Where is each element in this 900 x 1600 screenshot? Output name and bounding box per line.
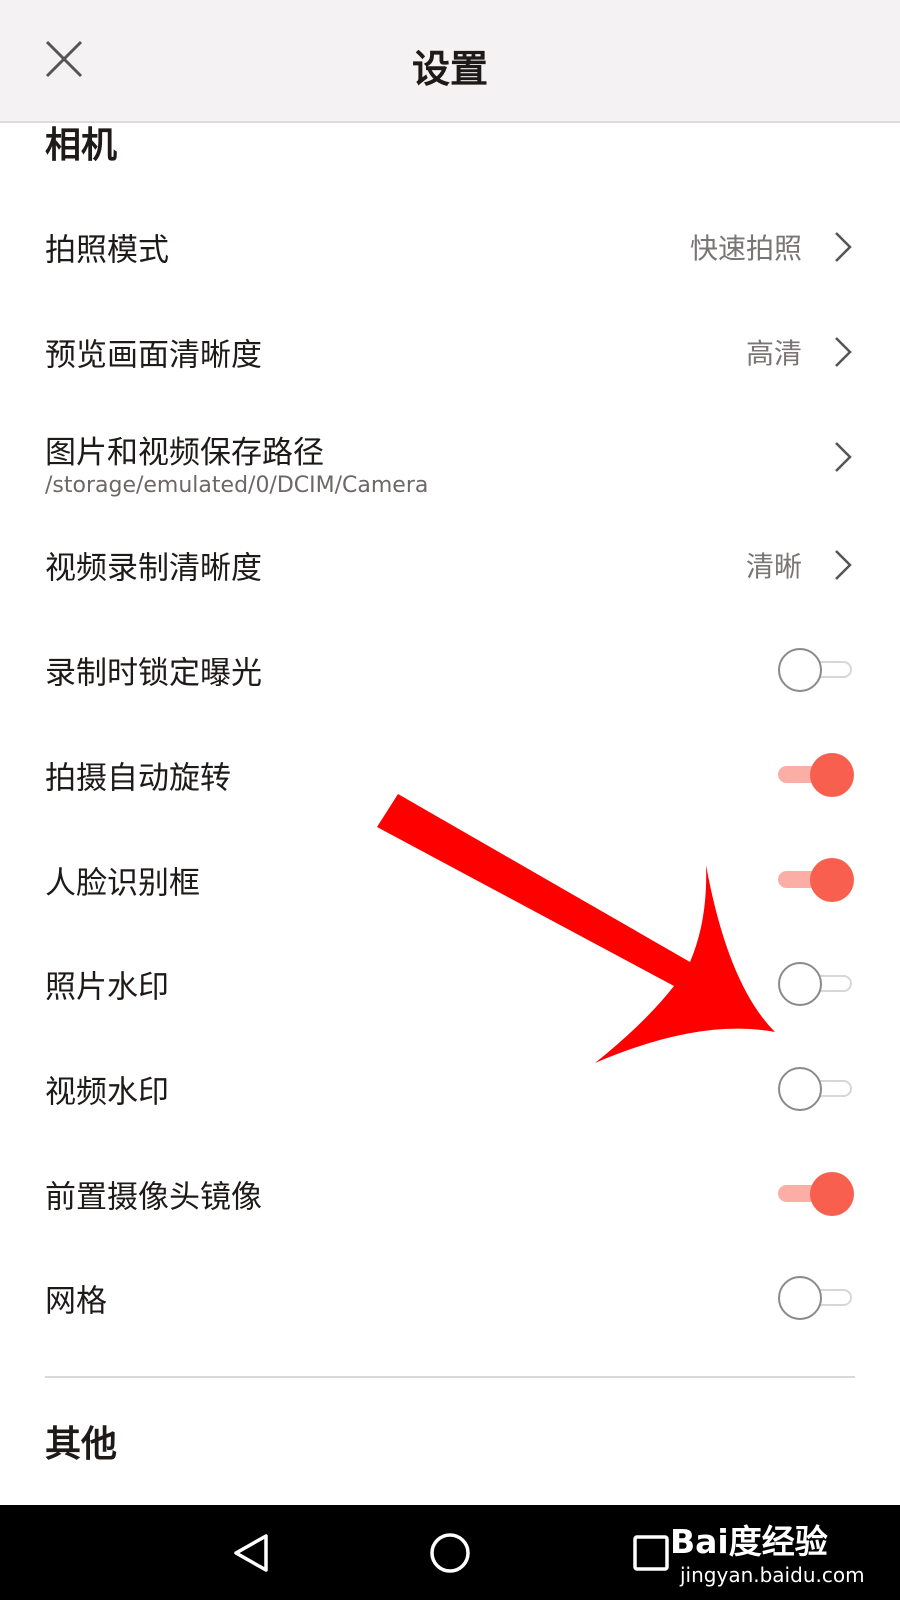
setting-row-photo-watermark: 照片水印 (0, 932, 900, 1036)
setting-row-auto-rotate: 拍摄自动旋转 (0, 723, 900, 827)
setting-value: 快速拍照 (689, 232, 802, 265)
toggle-knob (810, 753, 854, 797)
setting-label: 网格 (45, 1283, 107, 1320)
setting-label: 视频录制清晰度 (45, 550, 262, 587)
toggle-knob (778, 962, 822, 1006)
setting-row-lock-exposure: 录制时锁定曝光 (0, 618, 900, 722)
setting-label: 预览画面清晰度 (45, 337, 262, 374)
chevron-right-icon (835, 442, 852, 472)
setting-label: 图片和视频保存路径 (45, 435, 324, 471)
home-button[interactable] (422, 1525, 478, 1581)
baidu-jingyan-watermark: Bai度经验 jingyan.baidu.com (670, 1515, 865, 1595)
back-triangle-icon (234, 1534, 268, 1572)
setting-row-save-path[interactable]: 图片和视频保存路径 /storage/emulated/0/DCIM/Camer… (0, 405, 900, 509)
back-button[interactable] (222, 1525, 278, 1581)
photo-watermark-toggle[interactable] (778, 961, 854, 1007)
setting-value: 高清 (745, 337, 802, 370)
setting-label: 录制时锁定曝光 (45, 655, 262, 692)
auto-rotate-toggle[interactable] (778, 752, 854, 798)
toggle-knob (778, 1276, 822, 1320)
watermark-url: jingyan.baidu.com (680, 1563, 865, 1587)
page-title: 设置 (411, 47, 488, 91)
toggle-knob (778, 648, 822, 692)
setting-sublabel: /storage/emulated/0/DCIM/Camera (45, 473, 429, 498)
setting-label: 照片水印 (45, 969, 169, 1006)
section-title-camera: 相机 (45, 125, 118, 166)
grid-toggle[interactable] (778, 1275, 854, 1321)
lock-exposure-toggle[interactable] (778, 647, 854, 693)
setting-label: 视频水印 (45, 1074, 169, 1111)
setting-row-grid: 网格 (0, 1246, 900, 1350)
setting-label: 人脸识别框 (45, 865, 200, 902)
setting-label: 拍摄自动旋转 (45, 760, 231, 797)
setting-value: 清晰 (745, 550, 802, 583)
chevron-right-icon (835, 232, 852, 262)
watermark-brand: Bai度经验 (670, 1522, 828, 1561)
title-bar: 设置 (0, 0, 900, 123)
setting-row-photo-mode[interactable]: 拍照模式 快速拍照 (0, 195, 900, 299)
section-title-other: 其他 (45, 1424, 118, 1465)
setting-row-preview-clarity[interactable]: 预览画面清晰度 高清 (0, 300, 900, 404)
section-divider (45, 1376, 855, 1378)
front-mirror-toggle[interactable] (778, 1171, 854, 1217)
chevron-right-icon (835, 550, 852, 580)
toggle-knob (778, 1067, 822, 1111)
setting-row-front-mirror: 前置摄像头镜像 (0, 1142, 900, 1246)
face-frame-toggle[interactable] (778, 857, 854, 903)
setting-label: 前置摄像头镜像 (45, 1179, 262, 1216)
toggle-knob (810, 858, 854, 902)
toggle-knob (810, 1172, 854, 1216)
setting-row-video-watermark: 视频水印 (0, 1037, 900, 1141)
home-circle-icon (430, 1533, 470, 1573)
video-watermark-toggle[interactable] (778, 1066, 854, 1112)
setting-label: 拍照模式 (45, 232, 169, 269)
system-nav-bar: Bai度经验 jingyan.baidu.com (0, 1505, 900, 1600)
setting-row-face-frame: 人脸识别框 (0, 828, 900, 932)
chevron-right-icon (835, 337, 852, 367)
setting-row-video-clarity[interactable]: 视频录制清晰度 清晰 (0, 513, 900, 617)
